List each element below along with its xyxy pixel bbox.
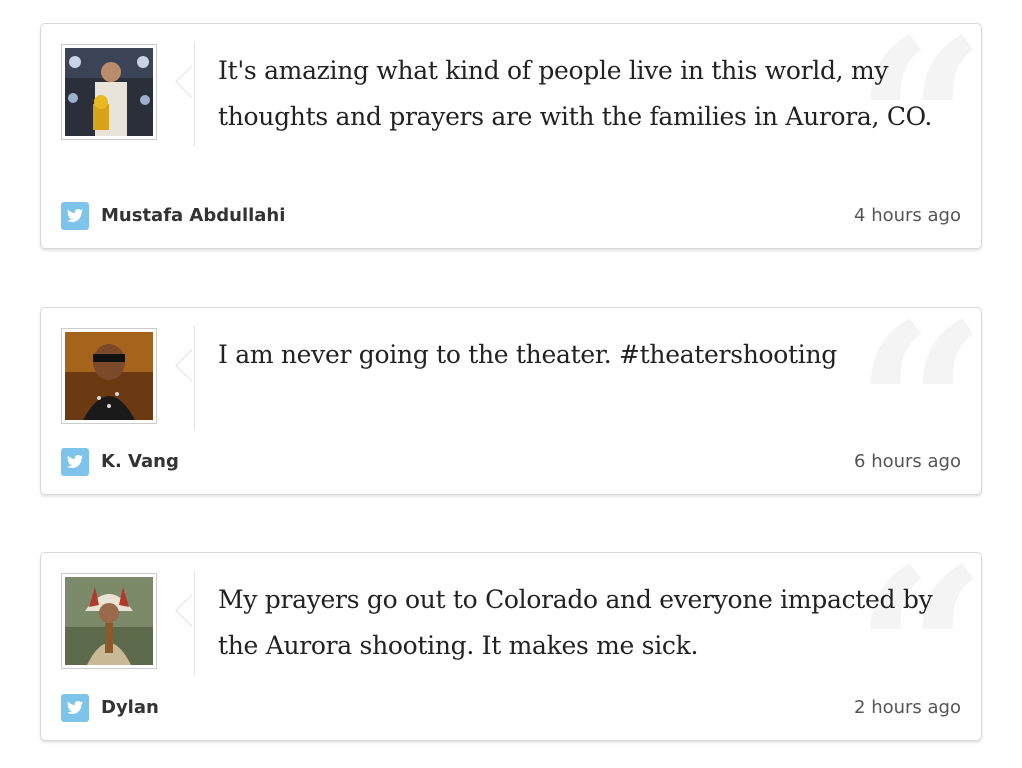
divider xyxy=(194,326,195,430)
divider xyxy=(194,571,195,675)
twitter-icon[interactable] xyxy=(61,694,89,722)
tweet-card: “ My prayers go out to Colorado and ever… xyxy=(40,552,982,741)
timestamp[interactable]: 6 hours ago xyxy=(854,451,961,472)
speech-pointer xyxy=(175,349,208,382)
avatar-image xyxy=(65,48,153,136)
avatar-image xyxy=(65,577,153,665)
avatar[interactable] xyxy=(61,573,157,669)
tweet-text: It's amazing what kind of people live in… xyxy=(218,56,933,131)
speech-pointer xyxy=(175,594,208,627)
tweet-card: “ It's amazing what kind of people live … xyxy=(40,23,982,249)
author-name[interactable]: Mustafa Abdullahi xyxy=(101,205,285,226)
timestamp[interactable]: 4 hours ago xyxy=(854,205,961,226)
divider xyxy=(194,42,195,146)
avatar-image xyxy=(65,332,153,420)
tweet-footer: K. Vang 6 hours ago xyxy=(61,448,961,476)
twitter-icon[interactable] xyxy=(61,202,89,230)
author-name[interactable]: K. Vang xyxy=(101,451,179,472)
author-name[interactable]: Dylan xyxy=(101,697,159,718)
tweet-text: My prayers go out to Colorado and everyo… xyxy=(218,585,933,660)
tweet-footer: Mustafa Abdullahi 4 hours ago xyxy=(61,202,961,230)
avatar[interactable] xyxy=(61,44,157,140)
tweet-card: “ I am never going to the theater. #thea… xyxy=(40,307,982,495)
twitter-icon[interactable] xyxy=(61,448,89,476)
speech-pointer xyxy=(175,65,208,98)
tweet-footer: Dylan 2 hours ago xyxy=(61,694,961,722)
tweet-text: I am never going to the theater. #theate… xyxy=(218,340,837,369)
avatar[interactable] xyxy=(61,328,157,424)
timestamp[interactable]: 2 hours ago xyxy=(854,697,961,718)
